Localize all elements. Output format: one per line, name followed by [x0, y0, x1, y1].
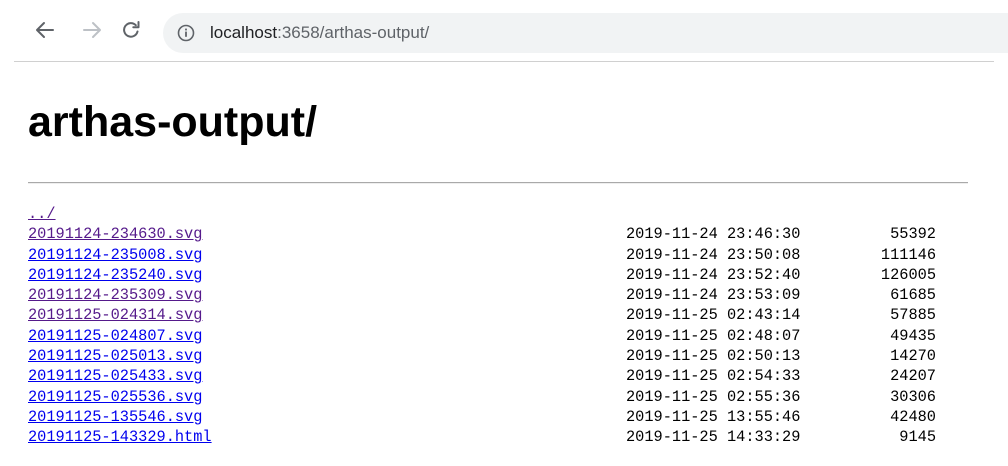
- file-row: 20191124-235240.svg 2019-11-24 23:52:40 12…: [28, 265, 968, 285]
- file-size: 30306: [890, 387, 936, 406]
- parent-directory-link[interactable]: ../: [28, 204, 56, 224]
- file-date: 2019-11-24 23:46:30: [626, 225, 801, 244]
- url-path: :3658/arthas-output/: [277, 23, 430, 42]
- file-row: 20191125-135546.svg 2019-11-25 13:55:46 42…: [28, 407, 968, 427]
- file-link[interactable]: 20191125-025013.svg: [28, 346, 202, 366]
- file-row: 20191125-025433.svg 2019-11-25 02:54:33 24…: [28, 366, 968, 386]
- back-button[interactable]: [33, 18, 57, 42]
- address-bar[interactable]: localhost:3658/arthas-output/: [163, 13, 1008, 53]
- file-link[interactable]: 20191125-135546.svg: [28, 407, 202, 427]
- file-link[interactable]: 20191124-234630.svg: [28, 224, 202, 244]
- reload-button[interactable]: [119, 18, 143, 42]
- file-size: 111146: [880, 245, 936, 264]
- file-row: 20191124-234630.svg 2019-11-24 23:46:30 55…: [28, 224, 968, 244]
- file-size: 14270: [890, 347, 936, 366]
- file-size: 55392: [890, 225, 936, 244]
- file-date: 2019-11-25 14:33:29: [626, 428, 801, 447]
- url-host: localhost: [210, 23, 278, 42]
- arrow-right-icon: [83, 22, 101, 38]
- forward-button[interactable]: [80, 18, 104, 42]
- file-link[interactable]: 20191124-235008.svg: [28, 245, 202, 265]
- file-size: 49435: [890, 326, 936, 345]
- file-size: 24207: [890, 367, 936, 386]
- file-row: 20191125-143329.html 2019-11-25 14:33:29 9…: [28, 427, 968, 447]
- file-date: 2019-11-25 13:55:46: [626, 407, 801, 426]
- file-date: 2019-11-24 23:50:08: [626, 245, 801, 264]
- file-link[interactable]: 20191125-143329.html: [28, 427, 212, 447]
- info-circle-icon[interactable]: [177, 24, 195, 42]
- file-date: 2019-11-25 02:54:33: [626, 367, 801, 386]
- file-row: 20191124-235309.svg 2019-11-24 23:53:09 61…: [28, 285, 968, 305]
- file-size: 57885: [890, 306, 936, 325]
- file-row: 20191124-235008.svg 2019-11-24 23:50:08 11…: [28, 245, 968, 265]
- reload-icon: [123, 21, 140, 38]
- file-date: 2019-11-25 02:50:13: [626, 347, 801, 366]
- file-date: 2019-11-25 02:55:36: [626, 387, 801, 406]
- toolbar-divider: [14, 61, 994, 62]
- file-date: 2019-11-24 23:52:40: [626, 265, 801, 284]
- file-link[interactable]: 20191124-235309.svg: [28, 285, 202, 305]
- file-date: 2019-11-25 02:43:14: [626, 306, 801, 325]
- file-size: 42480: [890, 407, 936, 426]
- file-size: 126005: [880, 265, 936, 284]
- file-size: 61685: [890, 286, 936, 305]
- file-row: 20191125-025013.svg 2019-11-25 02:50:13 14…: [28, 346, 968, 366]
- file-link[interactable]: 20191125-025536.svg: [28, 387, 202, 407]
- file-date: 2019-11-25 02:48:07: [626, 326, 801, 345]
- file-link[interactable]: 20191125-024314.svg: [28, 305, 202, 325]
- file-date: 2019-11-24 23:53:09: [626, 286, 801, 305]
- file-size: 9145: [899, 428, 936, 447]
- file-row: 20191125-024314.svg 2019-11-25 02:43:14 57…: [28, 305, 968, 325]
- browser-toolbar: localhost:3658/arthas-output/: [0, 0, 1008, 62]
- file-link[interactable]: 20191124-235240.svg: [28, 265, 202, 285]
- file-row: 20191125-025536.svg 2019-11-25 02:55:36 30…: [28, 387, 968, 407]
- file-listing: ../ 20191124-234630.svg 2019-11-24 23:46:…: [28, 204, 968, 448]
- parent-directory-row: ../: [28, 204, 968, 224]
- file-row: 20191125-024807.svg 2019-11-25 02:48:07 49…: [28, 326, 968, 346]
- url-text[interactable]: localhost:3658/arthas-output/: [210, 23, 429, 43]
- arrow-left-icon: [36, 22, 54, 38]
- horizontal-rule: [28, 182, 968, 184]
- file-link[interactable]: 20191125-024807.svg: [28, 326, 202, 346]
- page-title: arthas-output/: [28, 98, 318, 146]
- file-link[interactable]: 20191125-025433.svg: [28, 366, 202, 386]
